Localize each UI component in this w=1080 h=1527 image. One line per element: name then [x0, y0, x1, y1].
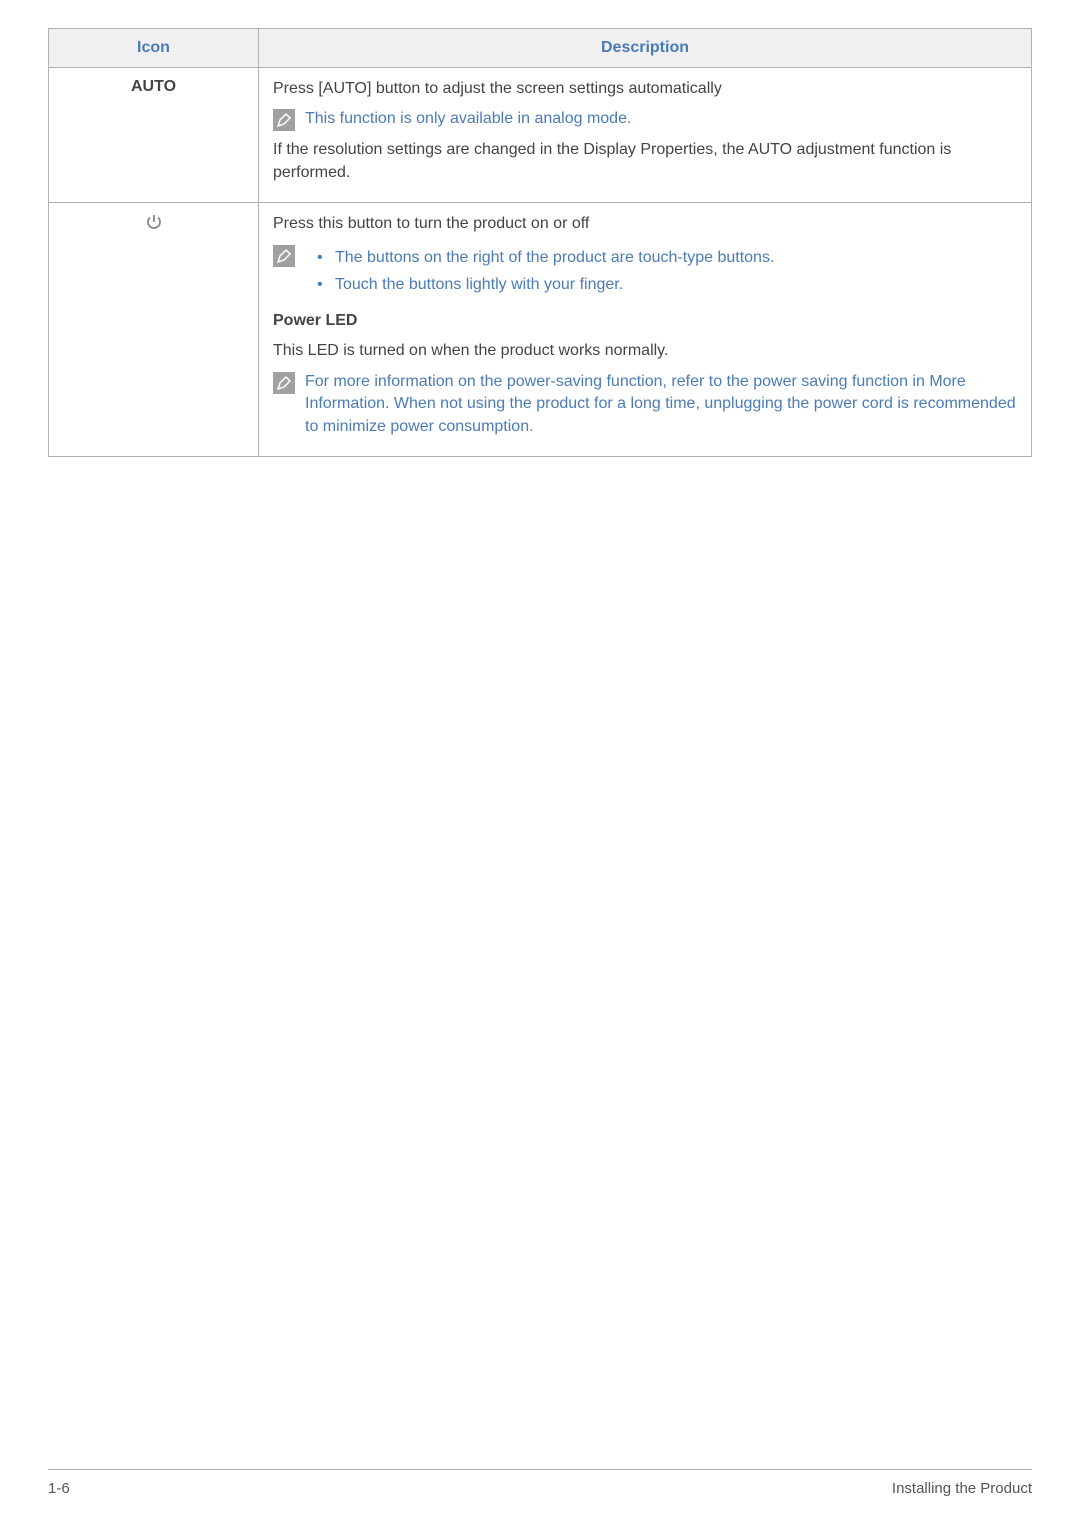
note-block: This function is only available in analo… [273, 108, 1017, 131]
header-description: Description [259, 29, 1032, 68]
footer-section-title: Installing the Product [892, 1480, 1032, 1497]
auto-label: AUTO [131, 78, 176, 95]
auto-desc-1: Press [AUTO] button to adjust the screen… [273, 78, 1017, 100]
pencil-note-icon [273, 109, 295, 131]
table-row: Press this button to turn the product on… [49, 203, 1032, 457]
header-icon: Icon [49, 29, 259, 68]
power-desc-1: Press this button to turn the product on… [273, 213, 1017, 235]
page-footer: 1-6 Installing the Product [48, 1469, 1032, 1497]
pencil-note-icon [273, 372, 295, 394]
power-desc-2: This LED is turned on when the product w… [273, 340, 1017, 362]
note-list-item: Touch the buttons lightly with your fing… [317, 271, 774, 298]
note-list: The buttons on the right of the product … [305, 244, 774, 298]
auto-desc-2: If the resolution settings are changed i… [273, 139, 1017, 184]
power-note-2: For more information on the power-saving… [305, 371, 1017, 438]
doc-table: Icon Description AUTO Press [AUTO] butto… [48, 28, 1032, 457]
pencil-note-icon [273, 245, 295, 267]
note-block: For more information on the power-saving… [273, 371, 1017, 438]
auto-note-1: This function is only available in analo… [305, 108, 631, 130]
note-list-item: The buttons on the right of the product … [317, 244, 774, 271]
power-icon [145, 213, 163, 236]
power-led-subheading: Power LED [273, 310, 1017, 332]
table-row: AUTO Press [AUTO] button to adjust the s… [49, 68, 1032, 203]
footer-page-number: 1-6 [48, 1480, 70, 1497]
note-block: The buttons on the right of the product … [273, 244, 1017, 298]
